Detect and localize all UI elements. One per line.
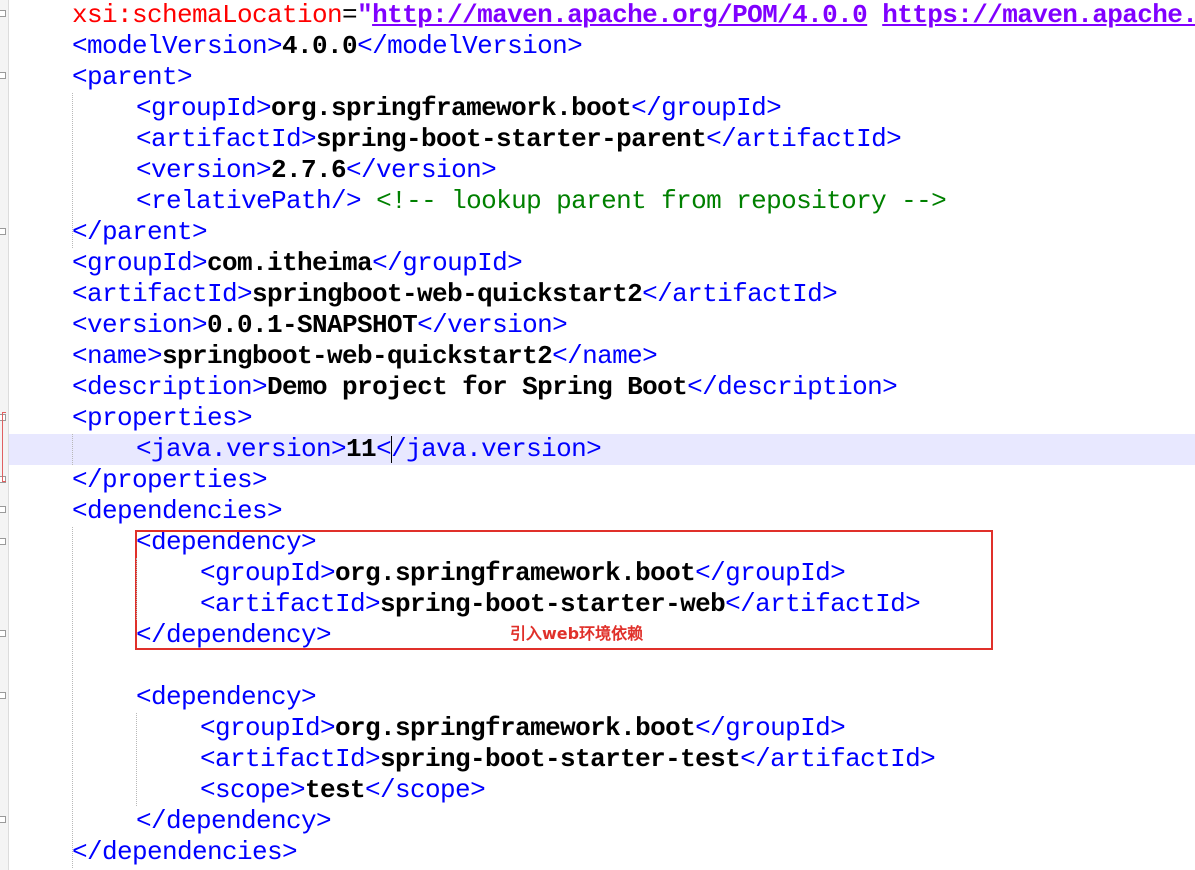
attribute-name: xsi:schemaLocation — [72, 0, 343, 30]
code-line[interactable]: <version>2.7.6</version> — [136, 155, 497, 186]
code-line[interactable]: <groupId>com.itheima</groupId> — [72, 248, 523, 279]
xml-tag: <artifactId> — [200, 744, 381, 774]
code-token: " — [357, 0, 373, 30]
xml-tag: </dependency> — [136, 806, 332, 836]
element-value: springboot-web-quickstart2 — [252, 279, 643, 309]
attribute-value-link[interactable]: https://maven.apache.org/xsd/maven-4.0.0… — [882, 0, 1195, 30]
xml-tag: <relativePath/> — [136, 186, 362, 216]
code-line[interactable]: <artifactId>springboot-web-quickstart2</… — [72, 279, 838, 310]
code-line[interactable]: <groupId>org.springframework.boot</group… — [136, 93, 782, 124]
element-value: spring-boot-starter-test — [380, 744, 741, 774]
xml-tag: <groupId> — [200, 713, 336, 743]
xml-tag: </parent> — [72, 217, 208, 247]
fold-toggle-icon[interactable] — [0, 692, 6, 699]
xml-tag: <parent> — [72, 62, 193, 92]
code-line[interactable]: <modelVersion>4.0.0</modelVersion> — [72, 31, 583, 62]
element-value: test — [305, 775, 366, 805]
element-value: 11 — [346, 434, 377, 464]
indent-guide — [72, 93, 73, 248]
xml-tag: <groupId> — [72, 248, 208, 278]
code-line[interactable]: <version>0.0.1-SNAPSHOT</version> — [72, 310, 568, 341]
code-line[interactable]: xsi:schemaLocation="http://maven.apache.… — [72, 0, 1195, 31]
xml-tag: <artifactId> — [136, 124, 317, 154]
element-value: 2.7.6 — [271, 155, 347, 185]
code-line[interactable]: </dependency> — [136, 806, 332, 837]
xml-tag: <dependencies> — [72, 496, 283, 526]
code-line[interactable]: <dependency> — [136, 682, 317, 713]
xml-comment: <!-- lookup parent from repository --> — [376, 186, 947, 216]
xml-tag: </description> — [687, 372, 898, 402]
element-value: 0.0.1-SNAPSHOT — [207, 310, 418, 340]
xml-tag: <scope> — [200, 775, 306, 805]
fold-toggle-icon[interactable] — [0, 538, 6, 545]
text-caret — [391, 436, 392, 463]
code-line[interactable]: <groupId>org.springframework.boot</group… — [200, 713, 846, 744]
element-value: Demo project for Spring Boot — [267, 372, 688, 402]
xml-tag: <description> — [72, 372, 268, 402]
annotation-label: 引入web环境依赖 — [510, 624, 644, 643]
xml-tag: </artifactId> — [642, 279, 838, 309]
code-line[interactable]: <java.version>11</java.version> — [136, 434, 602, 465]
xml-tag: <groupId> — [136, 93, 272, 123]
xml-tag: </java.version> — [376, 434, 602, 464]
code-editor[interactable]: xsi:schemaLocation="http://maven.apache.… — [0, 0, 1195, 870]
change-marker — [2, 412, 6, 482]
xml-tag: </version> — [417, 310, 568, 340]
fold-toggle-icon[interactable] — [0, 228, 6, 235]
fold-toggle-icon[interactable] — [0, 10, 6, 17]
fold-toggle-icon[interactable] — [0, 506, 6, 513]
xml-tag: </scope> — [365, 775, 486, 805]
xml-tag: <artifactId> — [72, 279, 253, 309]
indent-guide — [72, 434, 73, 465]
xml-tag: </groupId> — [695, 713, 846, 743]
xml-tag: <version> — [72, 310, 208, 340]
xml-tag: <java.version> — [136, 434, 347, 464]
element-value: spring-boot-starter-parent — [316, 124, 707, 154]
code-line[interactable]: <dependencies> — [72, 496, 283, 527]
xml-tag: </dependencies> — [72, 837, 298, 867]
code-token: = — [342, 0, 358, 30]
code-line[interactable]: </dependencies> — [72, 837, 298, 868]
xml-tag: <modelVersion> — [72, 31, 283, 61]
element-value: com.itheima — [207, 248, 373, 278]
element-value: org.springframework.boot — [271, 93, 632, 123]
xml-tag: </groupId> — [372, 248, 523, 278]
code-line[interactable]: <name>springboot-web-quickstart2</name> — [72, 341, 658, 372]
code-line[interactable]: <artifactId>spring-boot-starter-test</ar… — [200, 744, 936, 775]
xml-tag: </properties> — [72, 465, 268, 495]
xml-tag: <name> — [72, 341, 163, 371]
indent-guide — [136, 713, 137, 806]
code-line[interactable]: <properties> — [72, 403, 253, 434]
xml-tag: </name> — [552, 341, 658, 371]
fold-toggle-icon[interactable] — [0, 630, 6, 637]
element-value: 4.0.0 — [282, 31, 358, 61]
xml-tag: <version> — [136, 155, 272, 185]
xml-tag: <properties> — [72, 403, 253, 433]
code-line[interactable]: <scope>test</scope> — [200, 775, 486, 806]
code-line[interactable]: <description>Demo project for Spring Boo… — [72, 372, 898, 403]
fold-toggle-icon[interactable] — [0, 72, 6, 79]
attribute-value-link[interactable]: http://maven.apache.org/POM/4.0.0 — [372, 0, 868, 30]
xml-tag: </version> — [346, 155, 497, 185]
xml-tag: </artifactId> — [740, 744, 936, 774]
code-line[interactable]: </parent> — [72, 217, 208, 248]
fold-toggle-icon[interactable] — [0, 816, 6, 823]
xml-tag: </modelVersion> — [357, 31, 583, 61]
code-line[interactable]: </properties> — [72, 465, 268, 496]
xml-tag: <dependency> — [136, 682, 317, 712]
code-line[interactable]: <artifactId>spring-boot-starter-parent</… — [136, 124, 902, 155]
element-value: springboot-web-quickstart2 — [162, 341, 553, 371]
xml-tag: </artifactId> — [706, 124, 902, 154]
element-value: org.springframework.boot — [335, 713, 696, 743]
code-line[interactable]: <parent> — [72, 62, 193, 93]
code-line[interactable]: <relativePath/> <!-- lookup parent from … — [136, 186, 947, 217]
indent-guide — [136, 558, 137, 620]
xml-tag: </groupId> — [631, 93, 782, 123]
indent-guide — [72, 527, 73, 868]
